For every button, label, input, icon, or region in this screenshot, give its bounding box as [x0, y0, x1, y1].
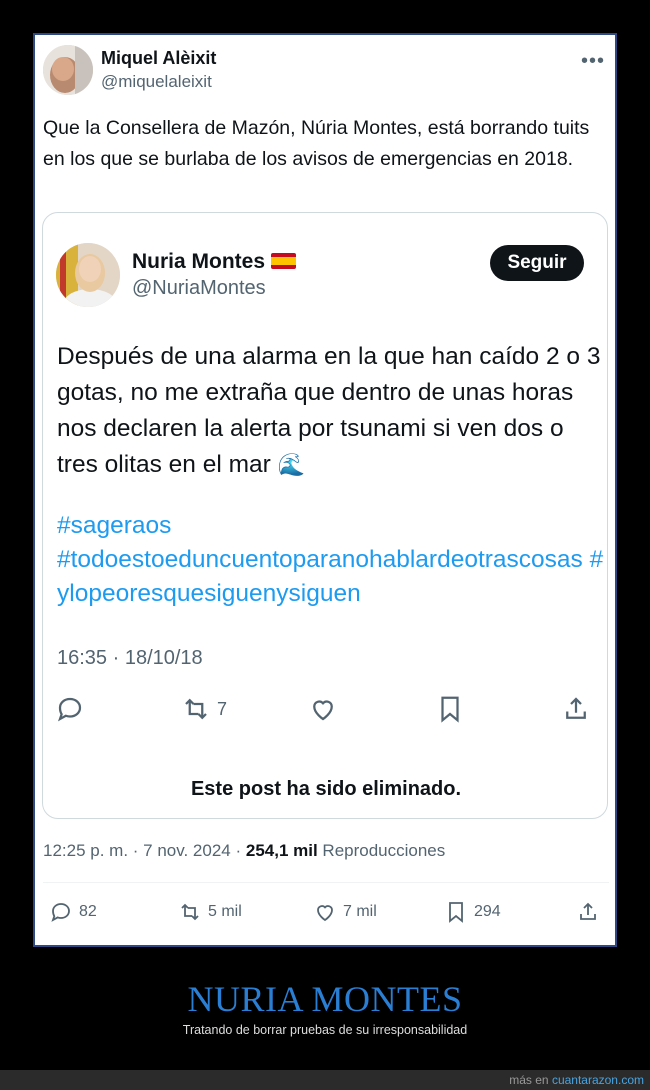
- tweet-action-bar: 82 5 mil 7 mil 294: [35, 895, 619, 929]
- tweet-card: Miquel Alèixit @miquelaleixit ••• Que la…: [33, 33, 617, 947]
- author-name[interactable]: Miquel Alèixit: [101, 48, 216, 69]
- tweet-header: Miquel Alèixit @miquelaleixit •••: [43, 45, 609, 97]
- reply-icon: [51, 903, 70, 922]
- site-link[interactable]: cuantarazon.com: [552, 1073, 644, 1087]
- bookmark-icon: [449, 902, 463, 923]
- like-button[interactable]: 7 mil: [313, 895, 377, 929]
- quoted-hashtags: #sageraos #todoestoeduncuentoparanohabla…: [57, 509, 605, 611]
- more-options-icon[interactable]: •••: [581, 51, 605, 71]
- quoted-author-name: Nuria Montes: [132, 250, 297, 274]
- views-count: 254,1 mil: [245, 841, 318, 860]
- bookmark-button[interactable]: 294: [444, 895, 501, 929]
- quoted-repost: 7: [181, 689, 227, 729]
- footer-text: más en cuantarazon.com: [509, 1073, 644, 1087]
- quoted-bookmark-icon: [435, 689, 465, 729]
- banner-subtitle: Tratando de borrar pruebas de su irrespo…: [182, 1023, 468, 1037]
- quoted-like-icon: [308, 689, 338, 729]
- quoted-author-handle: @NuriaMontes: [132, 277, 266, 299]
- like-count: 7 mil: [343, 903, 377, 920]
- share-icon: [580, 902, 596, 920]
- quoted-action-bar: 7: [43, 689, 607, 729]
- site-footer: más en cuantarazon.com: [0, 1070, 650, 1090]
- author-handle[interactable]: @miquelaleixit: [101, 72, 212, 92]
- hashtag-link: #todoestoeduncuentoparanohablardeotrasco…: [57, 546, 583, 573]
- views-label: Reproducciones: [317, 841, 446, 860]
- banner-title: NURIA MONTES: [187, 979, 463, 1019]
- tweet-timestamp[interactable]: 12:25 p. m. · 7 nov. 2024 ·: [43, 841, 246, 860]
- quoted-tweet-screenshot[interactable]: Nuria Montes @NuriaMontes Seguir Después…: [42, 212, 608, 819]
- wave-emoji-icon: 🌊: [277, 452, 305, 477]
- like-icon: [317, 905, 333, 922]
- spain-flag-icon: [271, 253, 297, 269]
- repost-icon: [181, 903, 199, 921]
- quoted-tweet-text: Después de una alarma en la que han caíd…: [57, 339, 602, 483]
- reply-count: 82: [79, 903, 97, 920]
- share-button[interactable]: [576, 895, 600, 929]
- quoted-repost-count: 7: [217, 698, 228, 719]
- tweet-text: Que la Consellera de Mazón, Núria Montes…: [43, 117, 590, 170]
- quoted-timestamp: 16:35 · 18/10/18: [57, 647, 203, 669]
- author-avatar[interactable]: [43, 45, 93, 95]
- hashtag-link: #sageraos: [57, 512, 172, 539]
- repost-button[interactable]: 5 mil: [178, 895, 242, 929]
- quoted-repost-icon: [185, 698, 207, 720]
- post-removed-notice: Este post ha sido eliminado.: [190, 778, 462, 800]
- quoted-reply-icon: [55, 689, 85, 729]
- bookmark-count: 294: [474, 903, 501, 920]
- quoted-author-avatar: [56, 243, 120, 307]
- tweet-meta: 12:25 p. m. · 7 nov. 2024 · 254,1 mil Re…: [43, 841, 445, 861]
- divider: [43, 882, 609, 883]
- footer-prefix: más en: [509, 1073, 552, 1087]
- reply-button[interactable]: 82: [49, 895, 97, 929]
- quoted-share-icon: [561, 689, 591, 729]
- follow-button: Seguir: [490, 245, 584, 281]
- repost-count: 5 mil: [208, 903, 242, 920]
